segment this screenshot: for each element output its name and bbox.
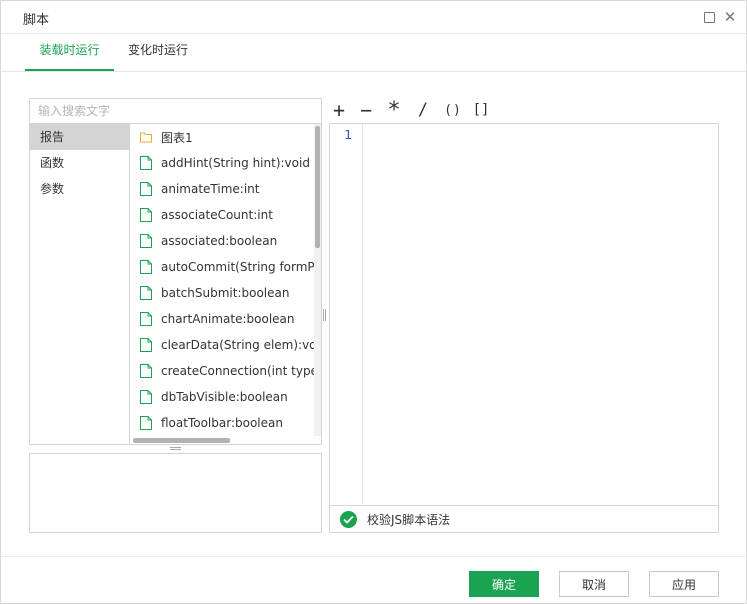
member-item[interactable]: dbTabVisible:boolean (131, 384, 321, 410)
member-item[interactable]: createConnection(int type,Str (131, 358, 321, 384)
file-icon (140, 156, 152, 170)
dialog-title: 脚本 (23, 13, 50, 28)
member-label: animateTime:int (161, 182, 260, 196)
title-bar: 脚本 ✕ (1, 1, 746, 34)
member-item[interactable]: batchSubmit:boolean (131, 280, 321, 306)
horizontal-splitter-handle[interactable] (170, 447, 181, 450)
maximize-icon[interactable] (702, 10, 716, 24)
member-label: batchSubmit:boolean (161, 286, 290, 300)
member-item[interactable]: associateCount:int (131, 202, 321, 228)
minus-operator-button[interactable]: − (356, 98, 376, 122)
script-dialog: 脚本 ✕ 装载时运行 变化时运行 报告 函数 参数 图表1 addHint(St… (0, 0, 747, 604)
syntax-check-bar[interactable]: 校验JS脚本语法 (330, 505, 718, 532)
member-item[interactable]: associated:boolean (131, 228, 321, 254)
line-number: 1 (344, 128, 352, 142)
close-icon[interactable]: ✕ (723, 10, 737, 25)
member-item-chart1[interactable]: 图表1 (131, 124, 321, 150)
vertical-splitter-handle[interactable] (323, 309, 326, 321)
member-label: autoCommit(String formParm (161, 260, 321, 274)
category-item-function[interactable]: 函数 (30, 150, 129, 176)
member-list: 图表1 addHint(String hint):void animateTim… (131, 124, 321, 444)
category-list: 报告 函数 参数 (30, 124, 130, 444)
parentheses-operator-button[interactable]: () (440, 100, 466, 120)
file-icon (140, 338, 152, 352)
member-label: floatToolbar:boolean (161, 416, 283, 430)
tab-bar: 装载时运行 变化时运行 (1, 35, 746, 72)
folder-icon (140, 132, 152, 143)
syntax-check-label: 校验JS脚本语法 (367, 512, 451, 527)
file-icon (140, 208, 152, 222)
member-label: clearData(String elem):void (161, 338, 321, 352)
object-browser: 报告 函数 参数 图表1 addHint(String hint):void a… (29, 123, 322, 445)
member-label: associateCount:int (161, 208, 273, 222)
search-input[interactable] (30, 99, 321, 123)
file-icon (140, 416, 152, 430)
category-item-parameter[interactable]: 参数 (30, 176, 129, 202)
vertical-scrollbar-thumb[interactable] (315, 126, 320, 248)
file-icon (140, 364, 152, 378)
member-item[interactable]: addHint(String hint):void (131, 150, 321, 176)
file-icon (140, 286, 152, 300)
brackets-operator-button[interactable]: [] (470, 100, 492, 120)
member-item[interactable]: chartAnimate:boolean (131, 306, 321, 332)
file-icon (140, 182, 152, 196)
apply-button[interactable]: 应用 (649, 571, 719, 597)
search-box (29, 98, 322, 124)
multiply-operator-button[interactable]: * (384, 98, 404, 123)
divide-operator-button[interactable]: / (413, 100, 433, 120)
member-item[interactable]: animateTime:int (131, 176, 321, 202)
file-icon (140, 260, 152, 274)
tab-on-change[interactable]: 变化时运行 (114, 35, 202, 71)
member-item[interactable]: clearData(String elem):void (131, 332, 321, 358)
member-item[interactable]: autoCommit(String formParm (131, 254, 321, 280)
category-item-report[interactable]: 报告 (30, 124, 129, 150)
check-circle-icon (340, 510, 357, 528)
member-label: associated:boolean (161, 234, 278, 248)
plus-operator-button[interactable]: + (329, 98, 349, 122)
member-label: addHint(String hint):void (161, 156, 310, 170)
description-panel (29, 453, 322, 533)
code-input-area[interactable] (364, 124, 718, 505)
horizontal-scrollbar-thumb[interactable] (133, 438, 230, 443)
script-editor: 1 校验JS脚本语法 (329, 123, 719, 533)
dialog-footer: 确定 取消 应用 (1, 556, 746, 603)
member-label: chartAnimate:boolean (161, 312, 295, 326)
member-item[interactable]: floatToolbar:boolean (131, 410, 321, 436)
member-label: createConnection(int type,Str (161, 364, 321, 378)
member-label: 图表1 (161, 130, 193, 145)
file-icon (140, 390, 152, 404)
line-number-gutter: 1 (330, 124, 363, 505)
tab-on-load[interactable]: 装载时运行 (25, 35, 114, 71)
file-icon (140, 234, 152, 248)
file-icon (140, 312, 152, 326)
ok-button[interactable]: 确定 (469, 571, 539, 597)
member-label: dbTabVisible:boolean (161, 390, 288, 404)
cancel-button[interactable]: 取消 (559, 571, 629, 597)
